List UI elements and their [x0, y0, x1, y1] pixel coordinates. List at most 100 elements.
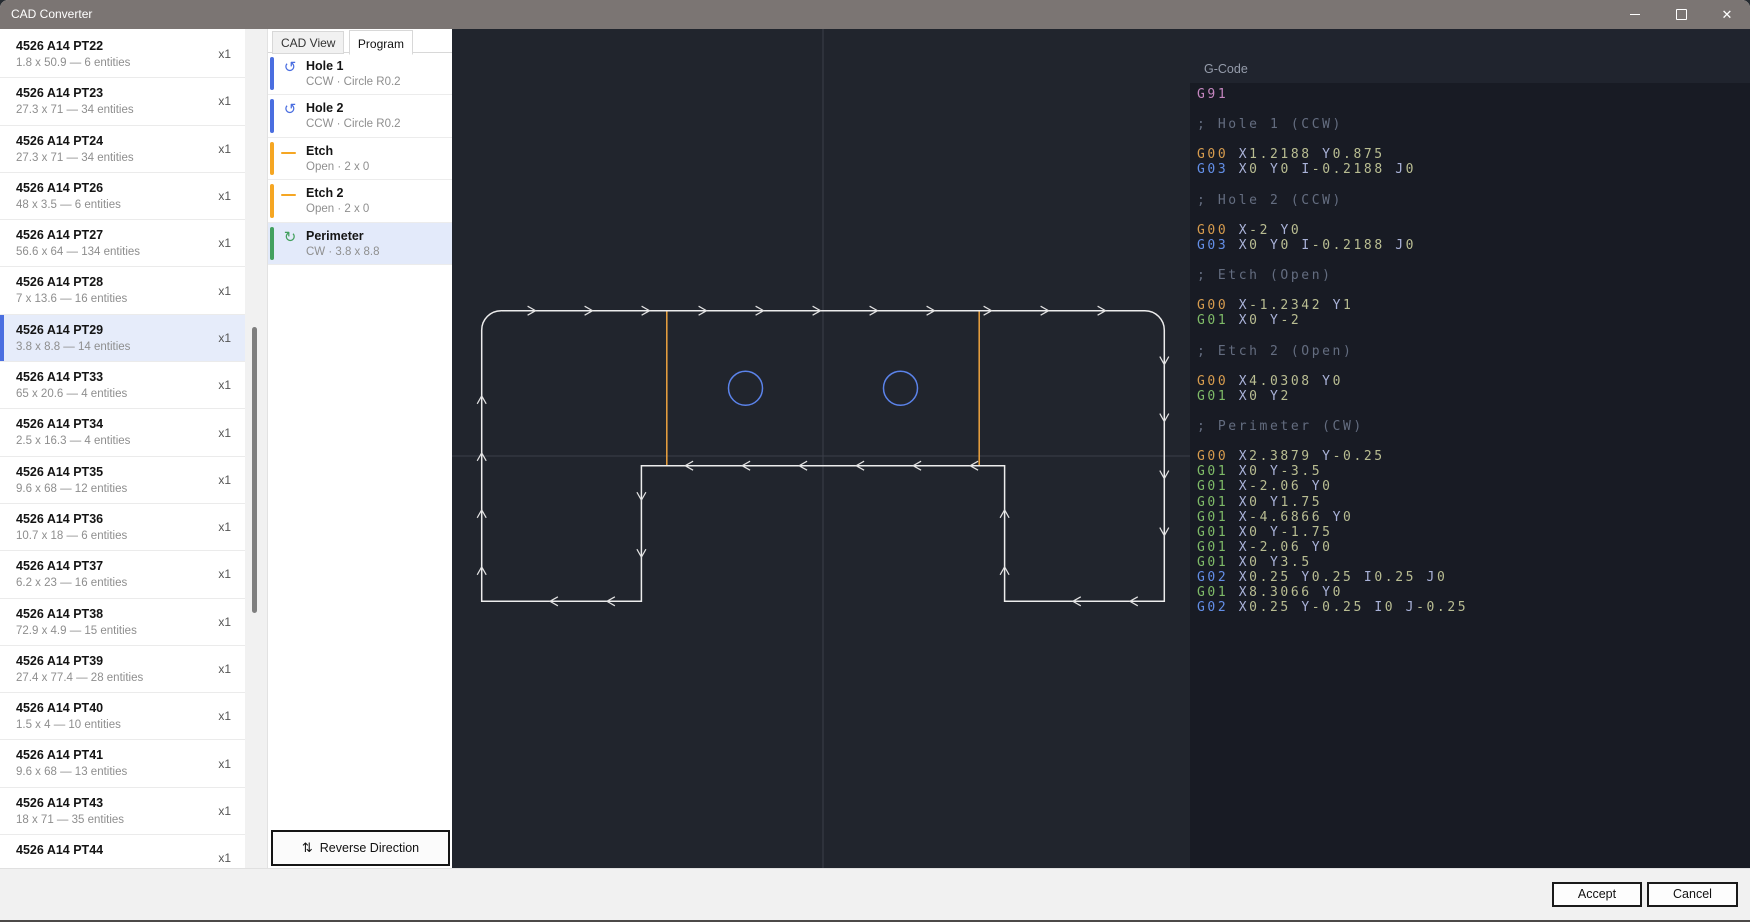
accept-button[interactable]: Accept — [1552, 882, 1642, 907]
part-quantity: x1 — [218, 142, 231, 156]
part-dimensions: 10.7 x 18 — 6 entities — [16, 530, 245, 542]
part-dimensions: 18 x 71 — 35 entities — [16, 814, 245, 826]
operation-color-bar — [270, 99, 274, 132]
part-list-item[interactable]: 4526 A14 PT44x1 — [0, 835, 245, 868]
part-quantity: x1 — [218, 236, 231, 250]
part-name: 4526 A14 PT34 — [16, 417, 245, 431]
part-list-item[interactable]: 4526 A14 PT2756.6 x 64 — 134 entitiesx1 — [0, 220, 245, 267]
part-list-item[interactable]: 4526 A14 PT3872.9 x 4.9 — 15 entitiesx1 — [0, 599, 245, 646]
part-name: 4526 A14 PT22 — [16, 39, 245, 53]
gcode-line — [1197, 178, 1750, 193]
part-quantity: x1 — [218, 284, 231, 298]
part-dimensions: 72.9 x 4.9 — 15 entities — [16, 625, 245, 637]
part-list-item[interactable]: 4526 A14 PT3610.7 x 18 — 6 entitiesx1 — [0, 504, 245, 551]
part-name: 4526 A14 PT29 — [16, 323, 245, 337]
gcode-line: G00 X-1.2342 Y1 — [1197, 298, 1750, 313]
gcode-line — [1197, 404, 1750, 419]
gcode-line: G00 X2.3879 Y-0.25 — [1197, 449, 1750, 464]
tab-program[interactable]: Program — [349, 30, 413, 55]
app-window: CAD Converter ✕ 4526 A14 PT221.8 x 50.9 … — [0, 0, 1750, 922]
part-dimensions: 6.2 x 23 — 16 entities — [16, 577, 245, 589]
close-button[interactable]: ✕ — [1704, 0, 1750, 29]
gcode-line: G00 X-2 Y0 — [1197, 223, 1750, 238]
part-dimensions: 65 x 20.6 — 4 entities — [16, 388, 245, 400]
title-bar: CAD Converter ✕ — [0, 0, 1750, 29]
gcode-line: G01 X0 Y2 — [1197, 389, 1750, 404]
part-list-item[interactable]: 4526 A14 PT221.8 x 50.9 — 6 entitiesx1 — [0, 31, 245, 78]
cw-arrow-icon: ↻ — [280, 228, 300, 248]
gcode-line — [1197, 359, 1750, 374]
part-quantity: x1 — [218, 47, 231, 61]
gcode-line: G01 X0 Y1.75 — [1197, 495, 1750, 510]
ccw-arrow-icon: ↺ — [280, 100, 300, 120]
gcode-line: G01 X0 Y-2 — [1197, 313, 1750, 328]
part-list-item[interactable]: 4526 A14 PT359.6 x 68 — 12 entitiesx1 — [0, 457, 245, 504]
part-quantity: x1 — [218, 851, 231, 865]
gcode-line: G01 X-2.06 Y0 — [1197, 479, 1750, 494]
part-dimensions: 7 x 13.6 — 16 entities — [16, 293, 245, 305]
part-list-item[interactable]: 4526 A14 PT28 7 x 13.6 — 16 entitiesx1 — [0, 267, 245, 314]
gcode-line: ; Hole 1 (CCW) — [1197, 117, 1750, 132]
gcode-line: G01 X-2.06 Y0 — [1197, 540, 1750, 555]
part-list-item[interactable]: 4526 A14 PT4318 x 71 — 35 entitiesx1 — [0, 788, 245, 835]
gcode-line: ; Etch 2 (Open) — [1197, 344, 1750, 359]
gcode-line — [1197, 283, 1750, 298]
part-name: 4526 A14 PT38 — [16, 607, 245, 621]
operation-item[interactable]: ↻PerimeterCW · 3.8 x 8.8 — [268, 223, 452, 265]
part-quantity: x1 — [218, 804, 231, 818]
part-list-item[interactable]: 4526 A14 PT293.8 x 8.8 — 14 entitiesx1 — [0, 315, 245, 362]
operation-item[interactable]: EtchOpen · 2 x 0 — [268, 138, 452, 180]
gcode-line — [1197, 434, 1750, 449]
part-list-item[interactable]: 4526 A14 PT419.6 x 68 — 13 entitiesx1 — [0, 740, 245, 787]
tab-cad-view[interactable]: CAD View — [272, 31, 344, 54]
maximize-icon — [1676, 9, 1687, 20]
etch-line-icon — [281, 152, 296, 154]
part-list-item[interactable]: 4526 A14 PT2427.3 x 71 — 34 entitiesx1 — [0, 126, 245, 173]
part-list-item[interactable]: 4526 A14 PT3927.4 x 77.4 — 28 entitiesx1 — [0, 646, 245, 693]
operation-item[interactable]: Etch 2Open · 2 x 0 — [268, 180, 452, 222]
part-list-item[interactable]: 4526 A14 PT33 65 x 20.6 — 4 entitiesx1 — [0, 362, 245, 409]
cancel-button[interactable]: Cancel — [1647, 882, 1738, 907]
parts-list: 4526 A14 PT221.8 x 50.9 — 6 entitiesx145… — [0, 29, 245, 868]
operation-item[interactable]: ↺Hole 1CCW · Circle R0.2 — [268, 53, 452, 95]
part-quantity: x1 — [218, 94, 231, 108]
part-quantity: x1 — [218, 426, 231, 440]
gcode-line: G01 X0 Y3.5 — [1197, 555, 1750, 570]
ccw-arrow-icon: ↺ — [280, 58, 300, 78]
gcode-header: G-Code — [1204, 62, 1248, 76]
gcode-line — [1197, 102, 1750, 117]
part-name: 4526 A14 PT28 — [16, 275, 245, 289]
sidebar-scrollbar-track[interactable] — [245, 29, 267, 868]
minimize-button[interactable] — [1612, 0, 1658, 29]
part-list-item[interactable]: 4526 A14 PT2327.3 x 71 — 34 entitiesx1 — [0, 78, 245, 125]
gcode-line — [1197, 329, 1750, 344]
selected-indicator-bar — [0, 315, 4, 361]
operation-name: Etch — [306, 144, 452, 158]
gcode-line — [1197, 208, 1750, 223]
part-dimensions: 27.3 x 71 — 34 entities — [16, 152, 245, 164]
part-dimensions: 9.6 x 68 — 12 entities — [16, 483, 245, 495]
gcode-line: G01 X0 Y-1.75 — [1197, 525, 1750, 540]
reverse-direction-button[interactable]: ⇅ Reverse Direction — [271, 830, 450, 866]
part-quantity: x1 — [218, 757, 231, 771]
gcode-line: G91 — [1197, 87, 1750, 102]
minimize-icon — [1630, 14, 1640, 15]
part-dimensions: 2.5 x 16.3 — 4 entities — [16, 435, 245, 447]
part-list-item[interactable]: 4526 A14 PT2648 x 3.5 — 6 entitiesx1 — [0, 173, 245, 220]
gcode-line: ; Hole 2 (CCW) — [1197, 193, 1750, 208]
part-name: 4526 A14 PT41 — [16, 748, 245, 762]
part-list-item[interactable]: 4526 A14 PT376.2 x 23 — 16 entitiesx1 — [0, 551, 245, 598]
maximize-button[interactable] — [1658, 0, 1704, 29]
part-quantity: x1 — [218, 662, 231, 676]
operation-detail: CW · 3.8 x 8.8 — [306, 246, 452, 258]
part-quantity: x1 — [218, 378, 231, 392]
operation-item[interactable]: ↺Hole 2CCW · Circle R0.2 — [268, 95, 452, 137]
part-list-item[interactable]: 4526 A14 PT401.5 x 4 — 10 entitiesx1 — [0, 693, 245, 740]
sidebar-scrollbar-thumb[interactable] — [252, 327, 257, 613]
part-name: 4526 A14 PT23 — [16, 86, 245, 100]
part-name: 4526 A14 PT33 — [16, 370, 245, 384]
part-list-item[interactable]: 4526 A14 PT34 2.5 x 16.3 — 4 entitiesx1 — [0, 409, 245, 456]
operation-color-bar — [270, 57, 274, 90]
cad-canvas[interactable] — [452, 29, 1190, 868]
hole-circle — [729, 371, 763, 405]
